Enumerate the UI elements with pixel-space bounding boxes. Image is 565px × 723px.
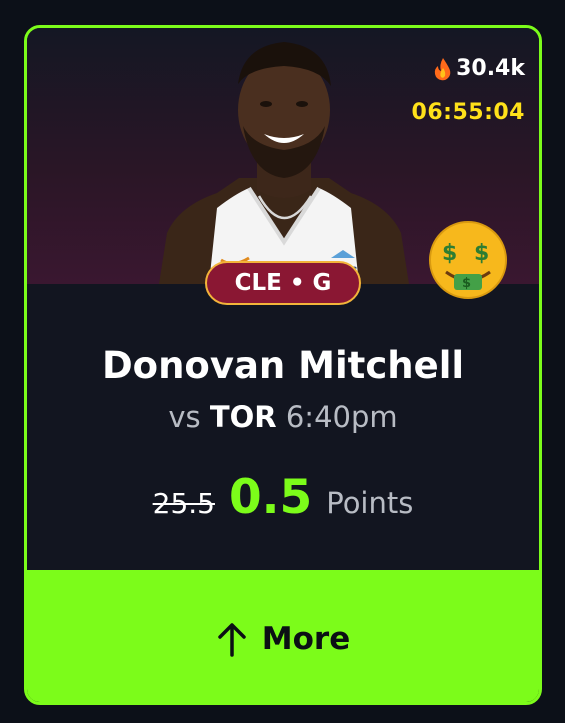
current-line: 0.5: [228, 470, 313, 525]
pick-card[interactable]: CLIFFS 30.4k 06:55:04 $ $ $ CLE • G Dono…: [24, 25, 542, 705]
matchup-prefix: vs: [168, 400, 201, 434]
arrow-up-icon: [218, 623, 246, 657]
opponent-team: TOR: [209, 400, 277, 434]
stat-type: Points: [326, 486, 414, 520]
svg-text:$: $: [474, 241, 489, 266]
countdown-timer: 06:55:04: [411, 100, 525, 125]
svg-text:$: $: [442, 241, 457, 266]
player-name: Donovan Mitchell: [101, 344, 465, 387]
svg-text:$: $: [462, 276, 471, 291]
matchup-line: vs TOR 6:40pm: [27, 400, 539, 434]
projection-line: 25.5 0.5 Points: [27, 470, 539, 525]
original-line: 25.5: [152, 487, 215, 520]
popularity-value: 30.4k: [456, 56, 525, 81]
player-photo: CLIFFS: [159, 42, 409, 284]
game-time: 6:40pm: [285, 400, 398, 434]
more-button[interactable]: More: [27, 570, 539, 702]
more-button-label: More: [261, 621, 351, 657]
fire-icon: [434, 57, 451, 80]
popularity-count: 30.4k: [433, 56, 525, 81]
team-position-badge: CLE • G: [205, 261, 361, 305]
money-mouth-face-icon: $ $ $: [429, 221, 507, 299]
